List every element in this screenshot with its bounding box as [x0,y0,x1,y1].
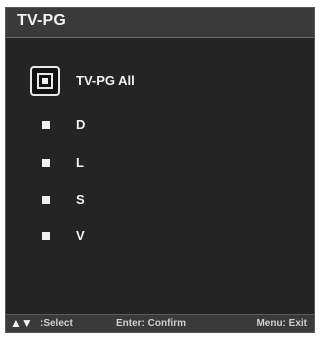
menu-item-s[interactable]: S [6,185,314,215]
menu-item-label: TV-PG All [76,73,135,88]
bullet-icon [42,196,50,204]
up-down-arrows-icon: ▲▼ [10,316,33,330]
bullet-icon [42,232,50,240]
menu-item-l[interactable]: L [6,148,314,178]
checkbox-selected-icon[interactable] [30,66,60,96]
menu-item-d[interactable]: D [6,110,314,140]
title-bar: TV-PG [6,8,314,38]
menu-item-label: S [76,192,85,207]
confirm-hint: Enter: Confirm [116,318,186,329]
exit-hint: Menu: Exit [256,318,307,329]
bullet-icon [42,159,50,167]
menu-item-label: L [76,155,84,170]
select-hint: :Select [40,318,73,329]
menu-item-v[interactable]: V [6,221,314,251]
menu-item-tv-pg-all[interactable]: TV-PG All [6,66,314,96]
help-bar: ▲▼ :Select Enter: Confirm Menu: Exit [6,314,314,332]
menu-item-label: V [76,228,85,243]
tv-pg-panel: TV-PG TV-PG All D L S V ▲▼ :Select Enter… [5,7,315,333]
bullet-icon [42,121,50,129]
panel-title: TV-PG [17,12,67,29]
menu-item-label: D [76,117,86,132]
